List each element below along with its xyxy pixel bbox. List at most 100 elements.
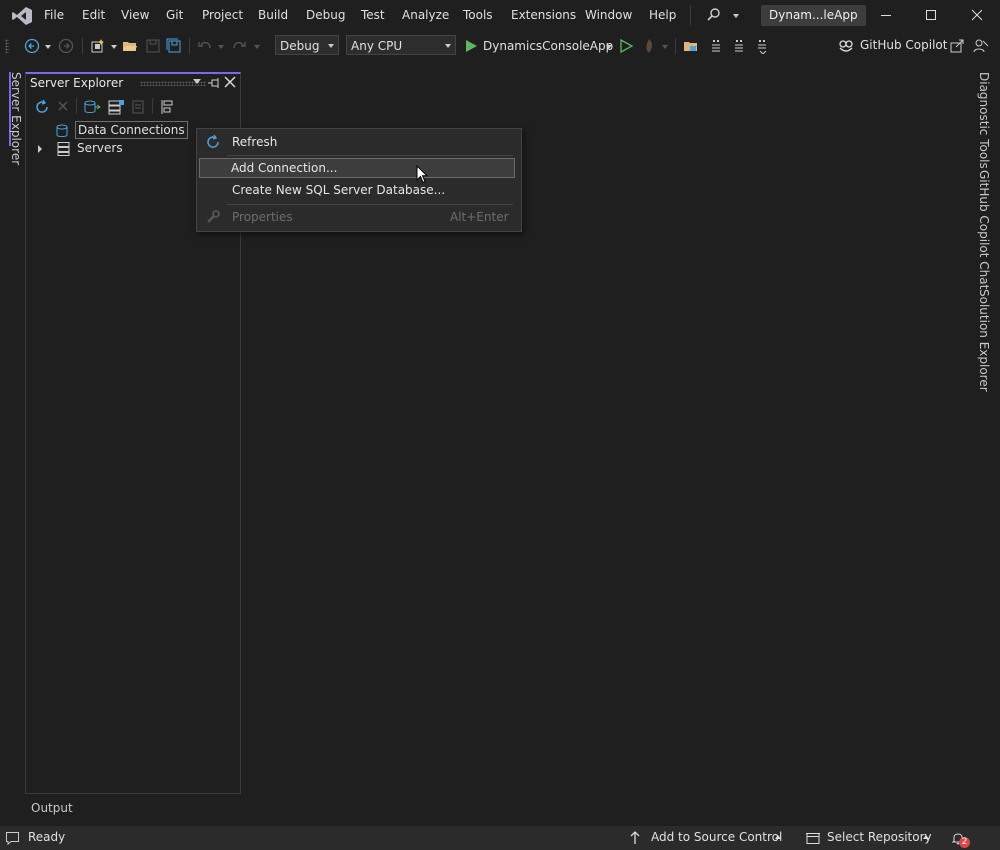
refresh-icon[interactable] <box>34 99 50 115</box>
run-dropdown-icon[interactable] <box>606 45 612 49</box>
menu-build[interactable]: Build <box>258 8 288 22</box>
tab-server-explorer[interactable]: Server Explorer <box>9 72 23 165</box>
tab-output[interactable]: Output <box>31 801 73 815</box>
search-icon[interactable] <box>706 8 722 22</box>
menu-debug[interactable]: Debug <box>306 8 345 22</box>
context-menu-label: Properties <box>232 210 293 224</box>
comment-icon[interactable] <box>710 38 726 54</box>
solution-name-badge[interactable]: Dynam...leApp <box>761 5 866 26</box>
menu-view[interactable]: View <box>121 8 149 22</box>
menu-window[interactable]: Window <box>585 8 632 22</box>
back-icon[interactable] <box>24 38 40 54</box>
wrench-icon <box>205 209 221 225</box>
tab-diagnostic-tools[interactable]: Diagnostic Tools <box>977 72 991 169</box>
new-dropdown-icon[interactable] <box>111 45 117 49</box>
maximize-icon[interactable] <box>923 7 939 23</box>
menu-project[interactable]: Project <box>202 8 243 22</box>
menu-test[interactable]: Test <box>361 8 385 22</box>
solution-config-value: Debug <box>280 39 320 53</box>
undo-dropdown-icon <box>218 45 224 49</box>
context-menu-add-connection[interactable]: Add Connection... <box>199 158 515 178</box>
properties-pane-icon[interactable] <box>159 99 175 115</box>
hot-reload-icon <box>641 38 657 54</box>
close-icon[interactable] <box>224 76 236 88</box>
menu-edit[interactable]: Edit <box>82 8 105 22</box>
copilot-button[interactable]: GitHub Copilot <box>860 38 947 52</box>
tree-item-label[interactable]: Servers <box>77 141 123 155</box>
chevron-down-icon <box>328 44 334 48</box>
chevron-down-icon <box>445 44 451 48</box>
toolbar-separator <box>82 38 83 54</box>
title-bar: File Edit View Git Project Build Debug T… <box>0 0 1000 32</box>
toolbar-separator <box>152 98 153 114</box>
vs-logo-icon[interactable] <box>11 6 33 26</box>
menu-extensions[interactable]: Extensions <box>511 8 576 22</box>
undo-icon <box>197 38 213 54</box>
new-project-icon[interactable] <box>90 38 106 54</box>
forward-icon <box>58 38 74 54</box>
minimize-icon[interactable] <box>878 7 894 23</box>
database-icon <box>55 123 71 139</box>
azure-connect-icon <box>130 99 146 115</box>
toolbar-grip[interactable] <box>5 39 9 53</box>
tab-copilot-chat[interactable]: GitHub Copilot Chat <box>977 170 991 289</box>
add-to-source-control-button[interactable]: Add to Source Control <box>651 830 782 844</box>
main-toolbar: Debug Any CPU DynamicsConsoleApp GitHub … <box>0 32 1000 60</box>
status-ready: Ready <box>28 830 66 844</box>
feedback-icon[interactable] <box>973 38 989 54</box>
hot-reload-dropdown-icon <box>662 45 668 49</box>
arrow-up-icon <box>629 830 641 846</box>
context-menu-refresh[interactable]: Refresh <box>199 132 515 152</box>
solution-config-select[interactable]: Debug <box>275 35 339 55</box>
menu-git[interactable]: Git <box>166 8 183 22</box>
server-explorer-toolbar <box>26 96 240 118</box>
left-tool-strip: Server Explorer <box>0 70 24 825</box>
startup-project-label[interactable]: DynamicsConsoleApp <box>483 39 613 53</box>
run-no-debug-icon[interactable] <box>618 38 634 54</box>
status-bar: Ready Add to Source Control Select Repos… <box>0 826 1000 850</box>
copilot-icon[interactable] <box>838 38 854 54</box>
chevron-up-icon[interactable] <box>775 835 781 839</box>
status-output-icon[interactable] <box>5 830 21 846</box>
menu-tools[interactable]: Tools <box>463 8 493 22</box>
menu-separator <box>227 204 513 205</box>
platform-select[interactable]: Any CPU <box>346 35 456 55</box>
menu-help[interactable]: Help <box>649 8 676 22</box>
context-menu-label: Create New SQL Server Database... <box>232 183 446 197</box>
open-folder-icon[interactable] <box>122 38 138 54</box>
run-icon[interactable] <box>463 38 479 54</box>
toolbar-separator <box>675 38 676 54</box>
connect-server-icon[interactable] <box>107 99 125 115</box>
notification-badge: 2 <box>959 837 970 848</box>
panel-menu-icon[interactable] <box>193 79 201 84</box>
back-dropdown-icon[interactable] <box>45 45 51 49</box>
menu-analyze[interactable]: Analyze <box>402 8 449 22</box>
uncomment-icon[interactable] <box>733 38 749 54</box>
toolbar-separator <box>189 38 190 54</box>
expand-arrow-icon[interactable] <box>38 145 42 153</box>
close-window-icon[interactable] <box>969 7 985 23</box>
save-icon <box>145 38 161 54</box>
server-explorer-title: Server Explorer <box>30 76 124 90</box>
save-all-icon[interactable] <box>166 38 182 54</box>
repository-icon <box>805 830 821 846</box>
context-menu-create-database[interactable]: Create New SQL Server Database... <box>199 180 515 200</box>
right-tool-strip: Diagnostic Tools GitHub Copilot Chat Sol… <box>973 70 997 400</box>
redo-dropdown-icon <box>254 45 260 49</box>
chevron-up-icon[interactable] <box>923 835 929 839</box>
menu-divider <box>690 5 691 25</box>
menu-file[interactable]: File <box>44 8 64 22</box>
select-repository-button[interactable]: Select Repository <box>827 830 932 844</box>
tree-item-label[interactable]: Data Connections <box>75 121 188 139</box>
redo-icon <box>231 38 247 54</box>
refresh-icon <box>205 134 221 150</box>
solution-explorer-icon[interactable] <box>683 38 699 54</box>
stop-icon <box>57 100 69 112</box>
tab-solution-explorer[interactable]: Solution Explorer <box>977 289 991 392</box>
connect-database-icon[interactable] <box>83 99 101 115</box>
share-icon[interactable] <box>949 38 965 54</box>
pin-icon[interactable] <box>207 76 221 90</box>
more-tools-icon[interactable] <box>756 38 772 54</box>
search-dropdown-icon[interactable] <box>733 14 739 18</box>
platform-value: Any CPU <box>351 39 403 53</box>
